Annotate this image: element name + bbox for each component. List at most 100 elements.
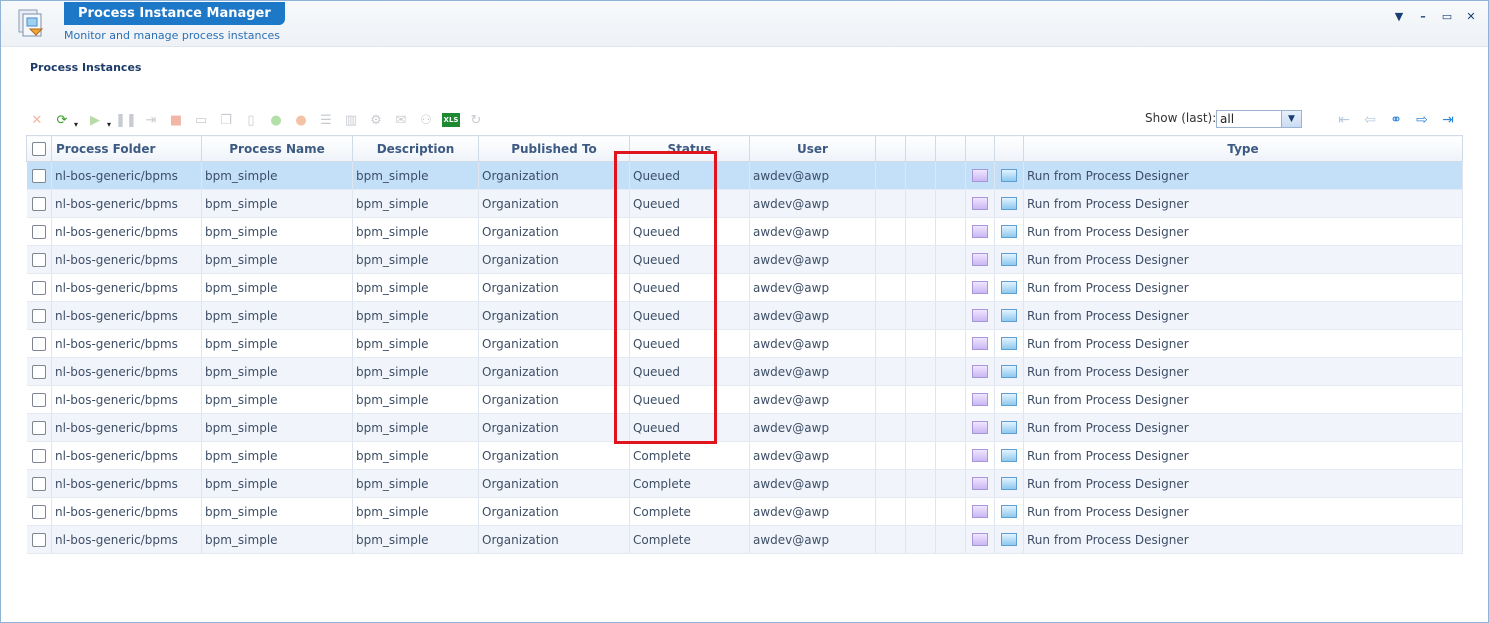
row-checkbox-cell[interactable]: [26, 385, 52, 414]
select-all-checkbox[interactable]: [32, 141, 46, 156]
cell-window-icon[interactable]: [994, 413, 1024, 442]
cell-window-icon[interactable]: [994, 301, 1024, 330]
mail-icon[interactable]: ✉: [392, 111, 410, 129]
pause-icon[interactable]: ❚❚: [115, 111, 137, 129]
cell-view-icon[interactable]: [965, 217, 995, 246]
excel-export-icon[interactable]: XLS: [442, 111, 460, 129]
row-checkbox[interactable]: [31, 392, 46, 407]
row-checkbox[interactable]: [31, 448, 46, 463]
maximize-icon[interactable]: ▭: [1440, 9, 1454, 23]
cell-window-icon[interactable]: [994, 385, 1024, 414]
delete-icon[interactable]: ✕: [28, 111, 46, 129]
cell-view-icon[interactable]: [965, 357, 995, 386]
cell-view-icon[interactable]: [965, 273, 995, 302]
row-checkbox[interactable]: [31, 364, 46, 379]
resume-icon[interactable]: ⇥: [142, 111, 160, 129]
row-checkbox-cell[interactable]: [26, 329, 52, 358]
orange-circle-icon[interactable]: ●: [292, 111, 310, 129]
table-row[interactable]: nl-bos-generic/bpms bpm_simple bpm_simple O…: [26, 413, 1463, 442]
column-process-folder[interactable]: Process Folder: [51, 135, 202, 162]
column-blank-2[interactable]: [905, 135, 936, 162]
reload-icon[interactable]: ↻: [467, 111, 485, 129]
comment-icon[interactable]: ▭: [192, 111, 210, 129]
row-checkbox-cell[interactable]: [26, 189, 52, 218]
table-row[interactable]: nl-bos-generic/bpms bpm_simple bpm_simple O…: [26, 441, 1463, 470]
stop-icon[interactable]: ■: [167, 111, 185, 129]
view-icon[interactable]: [972, 505, 988, 518]
next-page-icon[interactable]: ⇨: [1413, 111, 1431, 129]
minimize-icon[interactable]: –: [1416, 9, 1430, 23]
row-checkbox[interactable]: [31, 280, 46, 295]
first-page-icon[interactable]: ⇤: [1335, 111, 1353, 129]
column-published-to[interactable]: Published To: [478, 135, 630, 162]
column-process-name[interactable]: Process Name: [201, 135, 353, 162]
column-description[interactable]: Description: [352, 135, 479, 162]
cell-view-icon[interactable]: [965, 525, 995, 554]
table-row[interactable]: nl-bos-generic/bpms bpm_simple bpm_simple O…: [26, 161, 1463, 190]
table-row[interactable]: nl-bos-generic/bpms bpm_simple bpm_simple O…: [26, 525, 1463, 554]
column-user[interactable]: User: [749, 135, 876, 162]
row-checkbox-cell[interactable]: [26, 357, 52, 386]
cell-view-icon[interactable]: [965, 329, 995, 358]
tree-icon[interactable]: ⚇: [417, 111, 435, 129]
table-row[interactable]: nl-bos-generic/bpms bpm_simple bpm_simple O…: [26, 245, 1463, 274]
cell-view-icon[interactable]: [965, 161, 995, 190]
cell-window-icon[interactable]: [994, 161, 1024, 190]
window-icon[interactable]: [1001, 309, 1017, 322]
row-checkbox[interactable]: [31, 168, 46, 183]
window-icon[interactable]: [1001, 197, 1017, 210]
window-icon[interactable]: [1001, 505, 1017, 518]
table-row[interactable]: nl-bos-generic/bpms bpm_simple bpm_simple O…: [26, 301, 1463, 330]
row-checkbox-cell[interactable]: [26, 441, 52, 470]
cell-window-icon[interactable]: [994, 469, 1024, 498]
row-checkbox[interactable]: [31, 532, 46, 547]
cell-window-icon[interactable]: [994, 497, 1024, 526]
window-icon[interactable]: [1001, 253, 1017, 266]
chevron-down-icon[interactable]: ▼: [1281, 111, 1301, 127]
column-blank-5[interactable]: [994, 135, 1024, 162]
window-icon[interactable]: [1001, 365, 1017, 378]
row-checkbox-cell[interactable]: [26, 245, 52, 274]
cell-view-icon[interactable]: [965, 497, 995, 526]
list-icon[interactable]: ☰: [317, 111, 335, 129]
window-icon[interactable]: [1001, 449, 1017, 462]
row-checkbox-cell[interactable]: [26, 273, 52, 302]
column-blank-3[interactable]: [935, 135, 966, 162]
view-icon[interactable]: [972, 169, 988, 182]
copy-icon[interactable]: ❐: [217, 111, 235, 129]
view-icon[interactable]: [972, 365, 988, 378]
cell-view-icon[interactable]: [965, 385, 995, 414]
close-icon[interactable]: ✕: [1464, 9, 1478, 23]
cell-view-icon[interactable]: [965, 469, 995, 498]
cell-window-icon[interactable]: [994, 525, 1024, 554]
row-checkbox[interactable]: [31, 224, 46, 239]
table-row[interactable]: nl-bos-generic/bpms bpm_simple bpm_simple O…: [26, 357, 1463, 386]
table-row[interactable]: nl-bos-generic/bpms bpm_simple bpm_simple O…: [26, 497, 1463, 526]
view-icon[interactable]: [972, 225, 988, 238]
table-row[interactable]: nl-bos-generic/bpms bpm_simple bpm_simple O…: [26, 189, 1463, 218]
row-checkbox-cell[interactable]: [26, 161, 52, 190]
find-binoculars-icon[interactable]: ⚭: [1387, 111, 1405, 129]
row-checkbox-cell[interactable]: [26, 469, 52, 498]
cell-view-icon[interactable]: [965, 413, 995, 442]
cell-view-icon[interactable]: [965, 245, 995, 274]
select-all-header[interactable]: [26, 135, 52, 162]
window-icon[interactable]: [1001, 337, 1017, 350]
document-icon[interactable]: ▯: [242, 111, 260, 129]
row-checkbox[interactable]: [31, 196, 46, 211]
cell-view-icon[interactable]: [965, 189, 995, 218]
column-status[interactable]: Status: [629, 135, 750, 162]
run-icon[interactable]: ▶ ▾: [86, 111, 111, 130]
barcode-icon[interactable]: ▥: [342, 111, 360, 129]
cell-window-icon[interactable]: [994, 217, 1024, 246]
view-icon[interactable]: [972, 281, 988, 294]
column-blank-4[interactable]: [965, 135, 995, 162]
row-checkbox[interactable]: [31, 336, 46, 351]
view-icon[interactable]: [972, 393, 988, 406]
green-circle-icon[interactable]: ●: [267, 111, 285, 129]
menu-dropdown-icon[interactable]: ▼: [1392, 9, 1406, 23]
window-icon[interactable]: [1001, 225, 1017, 238]
cell-view-icon[interactable]: [965, 301, 995, 330]
column-type[interactable]: Type: [1023, 135, 1463, 162]
row-checkbox-cell[interactable]: [26, 497, 52, 526]
